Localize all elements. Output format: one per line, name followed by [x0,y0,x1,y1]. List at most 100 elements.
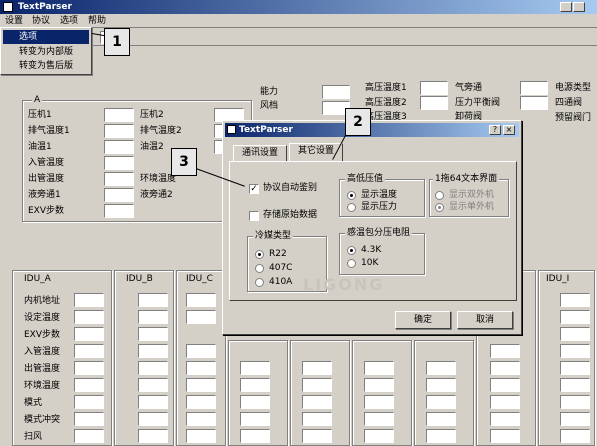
group-a-title: A [32,95,43,105]
value-field [186,412,216,426]
value-field [186,429,216,443]
value-field [302,395,332,409]
label-exv-steps: EXV步数 [28,206,65,216]
idu-label-inlet: 入管温度 [24,347,61,357]
radio-show-pressure[interactable] [347,203,356,212]
auto-detect-label: 协议自动鉴别 [263,183,318,193]
label-oil-temp-2: 油温2 [140,142,164,152]
value-field [104,188,134,202]
value-field [420,81,448,95]
tab-comm-settings[interactable]: 通讯设置 [233,145,287,161]
value-field [138,344,168,358]
value-field [138,310,168,324]
menu-options[interactable]: 选项 [58,15,80,27]
radio-407c[interactable] [255,264,264,273]
minimize-button[interactable] [560,2,572,12]
radio-4-3k[interactable] [347,246,356,255]
label-high-temp-2: 高压温度2 [365,98,407,108]
value-field [364,361,394,375]
value-field [364,412,394,426]
radio-10k-label: 10K [361,258,379,268]
value-field [138,429,168,443]
value-field [74,412,104,426]
value-field [240,378,270,392]
radio-410a[interactable] [255,278,264,287]
label-high-temp-1: 高压温度1 [365,83,407,93]
close-button[interactable]: × [503,125,515,135]
value-field [74,344,104,358]
radio-r22[interactable] [255,250,264,259]
value-field [138,395,168,409]
value-field [138,293,168,307]
value-field [138,361,168,375]
value-field [104,108,134,122]
value-field [74,361,104,375]
radio-show-pressure-label: 显示压力 [361,202,398,212]
settings-dialog: TextParser ? × 通讯设置 其它设置 ✓ 协议自动鉴别 存储原始数据… [222,120,522,335]
menu-help[interactable]: 帮助 [86,15,108,27]
menu-item-internal-version[interactable]: 转变为内部版 [3,45,89,59]
label-fan-speed: 风档 [260,101,279,111]
idu-label-ambient: 环境温度 [24,381,61,391]
value-field [490,378,520,392]
idu-label-mode-conflict: 模式冲突 [24,415,61,425]
label-oil-temp-1: 油温1 [28,142,52,152]
label-inlet-temp: 入管温度 [28,158,65,168]
maximize-button[interactable] [573,2,585,12]
value-field [426,395,456,409]
label-outlet-temp: 出管温度 [28,174,65,184]
label-pressure-balance-valve: 压力平衡阀 [455,98,501,108]
label-discharge-temp-2: 排气温度2 [140,126,182,136]
radio-10k[interactable] [347,259,356,268]
label-power-type: 电源类型 [555,83,592,93]
value-field [240,395,270,409]
value-field [74,293,104,307]
value-field [560,344,590,358]
idu-label-address: 内机地址 [24,296,61,306]
ok-button[interactable]: 确定 [395,311,451,329]
value-field [426,429,456,443]
menu-item-options[interactable]: 选项 [3,30,89,44]
value-field [302,361,332,375]
help-button[interactable]: ? [489,125,501,135]
value-field [302,412,332,426]
radio-dual-outdoor [435,191,444,200]
window-titlebar: TextParser [0,0,597,14]
menu-item-aftersales-version[interactable]: 转变为售后版 [3,59,89,73]
value-field [240,412,270,426]
dialog-titlebar: TextParser [225,123,519,137]
idu-label-swing: 扫风 [24,432,43,442]
radio-dual-outdoor-label: 显示双外机 [449,190,495,200]
idu-label-outlet: 出管温度 [24,364,61,374]
value-field [490,344,520,358]
menu-settings[interactable]: 设置 [3,15,25,27]
value-field [426,361,456,375]
callout-1: 1 [104,28,130,56]
value-field [74,429,104,443]
value-field [74,310,104,324]
value-field [490,412,520,426]
value-field [364,429,394,443]
value-field [490,429,520,443]
window-title: TextParser [18,2,72,12]
label-capacity: 能力 [260,87,279,97]
value-field [104,204,134,218]
value-field [186,310,216,324]
value-field [420,96,448,110]
radio-show-temp[interactable] [347,191,356,200]
idu-label-mode: 模式 [24,398,43,408]
radio-4-3k-label: 4.3K [361,245,382,255]
cancel-button[interactable]: 取消 [457,311,513,329]
menubar: 设置 协议 选项 帮助 [0,14,597,28]
idu-label-exv: EXV步数 [24,330,61,340]
value-field [520,81,548,95]
label-compressor-1: 压机1 [28,110,52,120]
value-field [138,327,168,341]
idu-a-title: IDU_A [22,274,53,284]
radio-410a-label: 410A [269,277,293,287]
menu-protocol[interactable]: 协议 [30,15,52,27]
save-raw-checkbox[interactable] [249,211,259,221]
auto-detect-checkbox[interactable]: ✓ [249,184,259,194]
ui64-title: 1拖64文本界面 [433,174,500,184]
callout-2: 2 [345,108,371,136]
